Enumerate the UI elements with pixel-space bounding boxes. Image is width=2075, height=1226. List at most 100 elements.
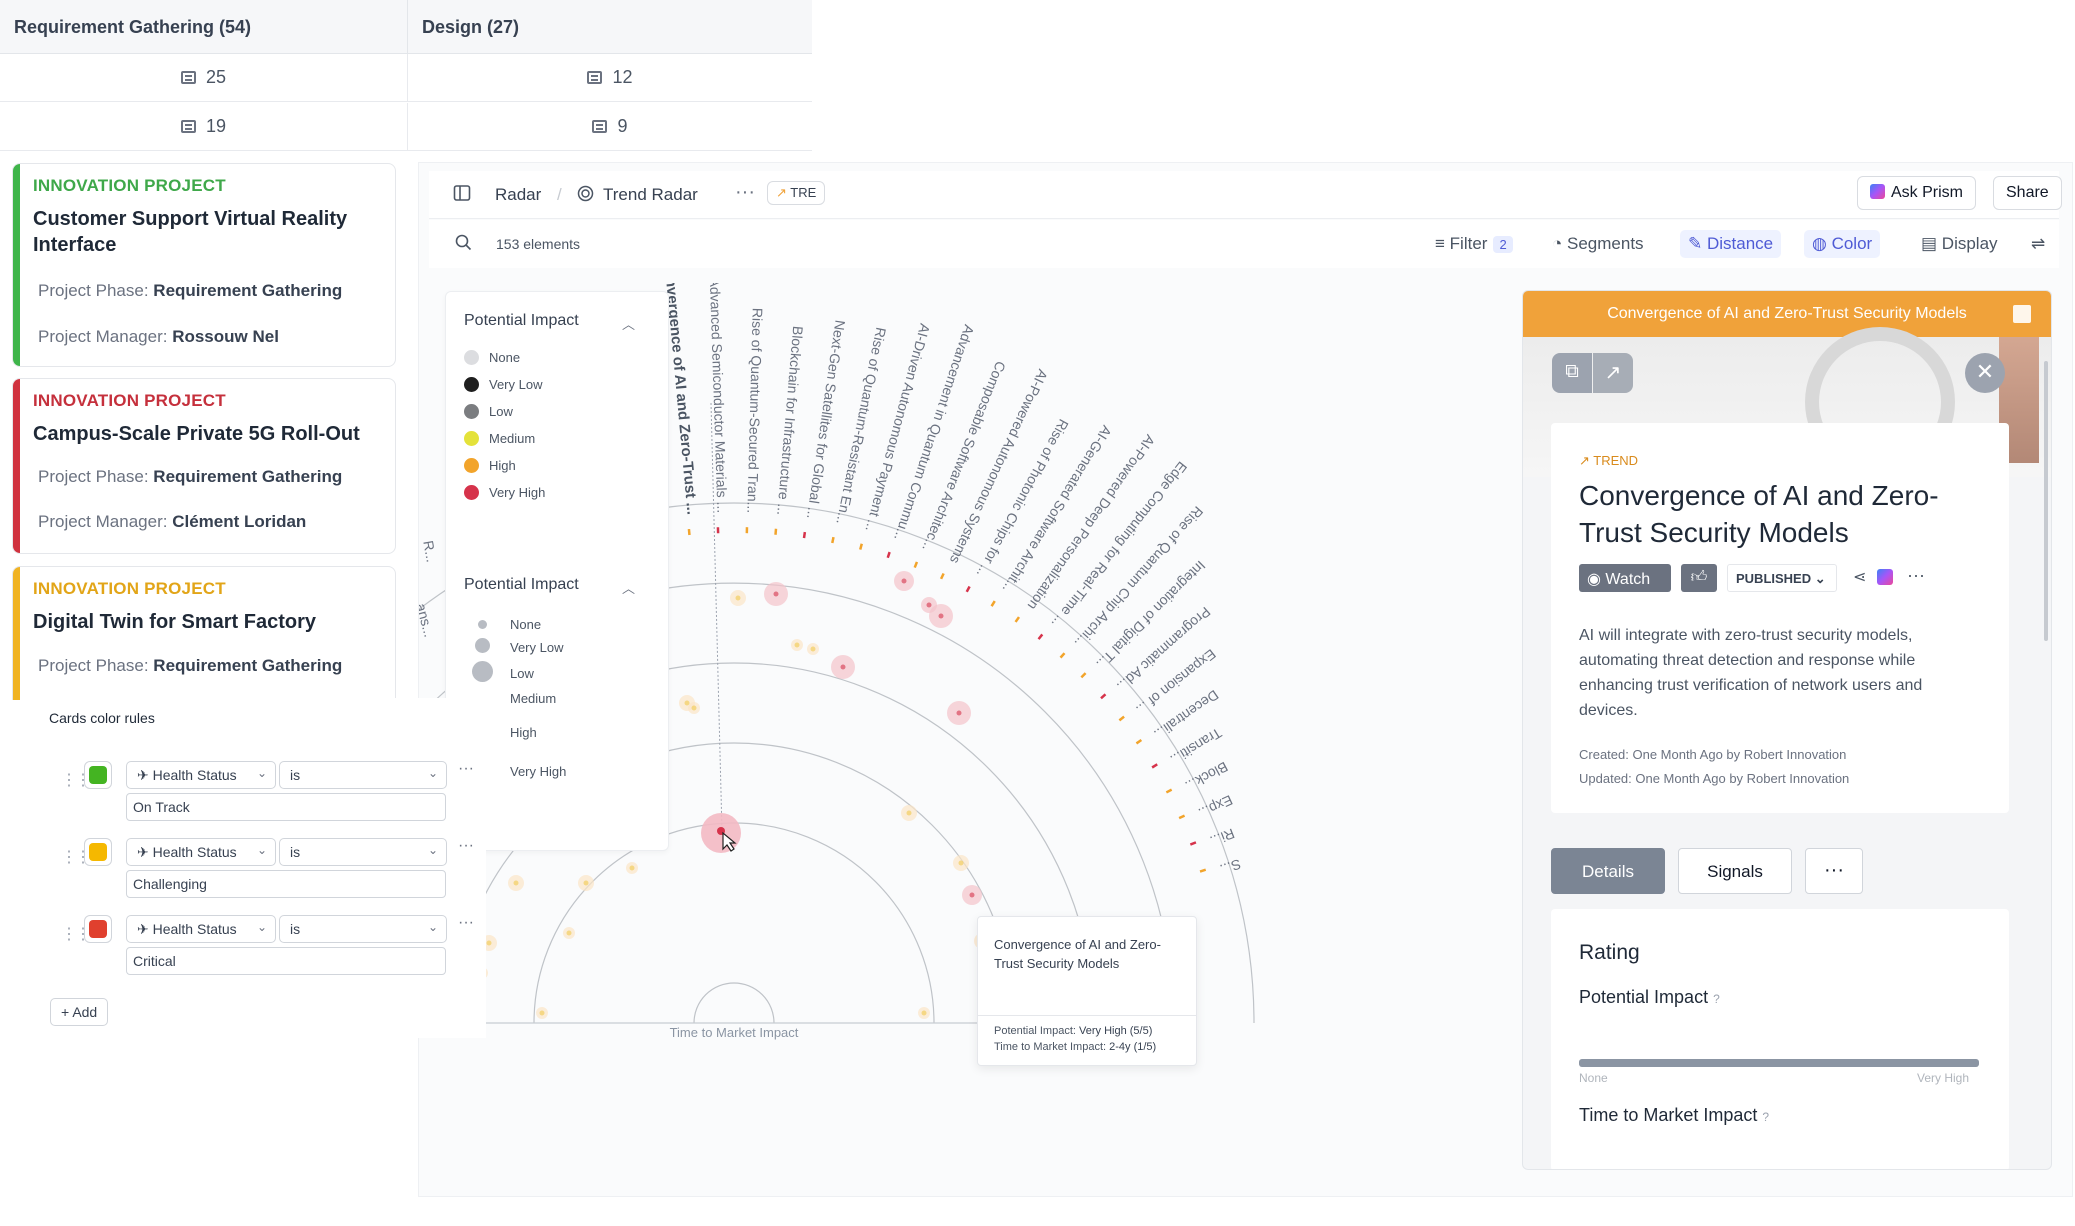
ask-prism-button[interactable]: Ask Prism (1857, 176, 1976, 210)
rule-value-input[interactable]: Challenging (126, 870, 446, 898)
document-icon (180, 71, 196, 84)
rule-field-select[interactable]: ✈ Health Status ⌄ (126, 838, 276, 866)
card-phase: Project Phase: Requirement Gathering (38, 281, 342, 301)
search-icon[interactable] (455, 234, 472, 256)
legend-size-title[interactable]: Potential Impact (464, 576, 579, 594)
trend-blip-core (956, 710, 962, 716)
radar-trend-label[interactable]: Ri... (1208, 825, 1237, 849)
radar-label-tick (1178, 814, 1186, 820)
legend-size-dot (477, 620, 487, 629)
help-icon[interactable]: ? (1713, 992, 1720, 1006)
expand-icon[interactable]: ⧉ (1552, 353, 1592, 393)
more-icon[interactable]: ··· (458, 837, 474, 855)
tag-chip[interactable]: ↗ TRE (767, 181, 826, 205)
legend-color-item[interactable]: Very Low (464, 377, 542, 392)
legend-color-item[interactable]: Medium (464, 431, 535, 446)
chevron-up-icon[interactable]: ︿ (622, 314, 635, 333)
legend-color-item[interactable]: Low (464, 404, 513, 419)
rule-color-swatch[interactable] (84, 915, 112, 943)
display-button[interactable]: ▤ Display (1921, 234, 1998, 254)
rule-value-input[interactable]: Critical (126, 947, 446, 975)
trend-blip-core (486, 940, 492, 946)
radar-label-tick (1199, 868, 1207, 873)
radar-axis-label: Time to Market Impact (670, 1025, 799, 1040)
segments-icon: ◔ (1552, 234, 1563, 253)
radar-trend-label[interactable]: Advanced Semiconductor Materials ... (707, 283, 731, 513)
more-icon[interactable]: ··· (458, 914, 474, 932)
chevron-up-icon[interactable]: ︿ (622, 578, 635, 597)
project-card[interactable]: INNOVATION PROJECT Campus-Scale Private … (12, 378, 396, 554)
prism-icon[interactable] (1877, 569, 1893, 585)
rule-color-swatch[interactable] (84, 761, 112, 789)
add-rule-button[interactable]: + Add (50, 998, 109, 1026)
trend-blip-core (921, 1010, 927, 1016)
color-label: Color (1831, 234, 1873, 253)
more-icon[interactable]: ··· (1907, 565, 1925, 586)
radar-trend-label[interactable]: Blockchain for Infrastructure ... (774, 325, 806, 516)
impact-rating-fill (1579, 1059, 1979, 1067)
trend-blip-core (773, 591, 779, 597)
tab-details[interactable]: Details (1551, 848, 1665, 894)
watch-button[interactable]: ◉ Watch (1579, 564, 1671, 592)
radar-trend-label[interactable]: Rise of Quantum-Secured Tran... (744, 308, 765, 514)
document-icon (587, 71, 603, 84)
column-header-requirement-gathering[interactable]: Requirement Gathering (54) (0, 0, 408, 54)
legend-color-item[interactable]: None (464, 350, 520, 365)
legend-size-item[interactable]: Very Low (464, 638, 563, 656)
radar-trend-label[interactable]: ans... (419, 602, 438, 639)
legend-color-item[interactable]: High (464, 458, 516, 473)
radar-trend-label[interactable]: S... (1218, 856, 1243, 878)
count-value: 9 (617, 116, 628, 136)
filter-button[interactable]: ≡ Filter 2 (1435, 234, 1513, 254)
legend-dot (464, 458, 479, 473)
rule-field-select[interactable]: ✈ Health Status ⌄ (126, 761, 276, 789)
project-card[interactable]: INNOVATION PROJECT Customer Support Virt… (12, 163, 396, 367)
legend-size-item[interactable]: None (464, 617, 541, 632)
rule-operator-select[interactable]: is ⌄ (279, 915, 447, 943)
ask-prism-label: Ask Prism (1891, 184, 1963, 201)
rule-operator-select[interactable]: is ⌄ (279, 761, 447, 789)
sidebar-toggle-icon[interactable] (453, 184, 471, 207)
radar-filter-bar: 153 elements ≡ Filter 2 ◔ Segments ✎ Dist… (429, 220, 2059, 268)
radar-label-tick (831, 536, 835, 544)
tab-signals[interactable]: Signals (1678, 848, 1792, 894)
chevron-down-icon: ⌄ (427, 766, 438, 780)
help-icon[interactable]: ? (1762, 1110, 1769, 1124)
distance-button[interactable]: ✎ Distance (1680, 230, 1782, 258)
open-external-icon[interactable]: ↗ (1593, 353, 1633, 393)
radar-trend-label[interactable]: R... (420, 539, 440, 563)
more-options-button[interactable]: ··· (1805, 848, 1863, 894)
radar-trend-label[interactable]: Block... (1183, 759, 1231, 795)
rule-field-select[interactable]: ✈ Health Status ⌄ (126, 915, 276, 943)
breadcrumb-radar[interactable]: Radar (495, 185, 541, 205)
field-label: Project Phase: (38, 656, 149, 675)
thumbs-up-icon[interactable]: 👍︎ (1681, 564, 1717, 592)
breadcrumb-trend-radar[interactable]: Trend Radar (603, 185, 698, 205)
trend-icon: ↗ (1579, 453, 1590, 468)
share-button[interactable]: Share (1993, 176, 2062, 210)
impact-rating-scale[interactable] (1579, 1059, 1979, 1067)
legend-color-item[interactable]: Very High (464, 485, 545, 500)
card-kind: INNOVATION PROJECT (33, 176, 226, 195)
more-icon[interactable]: ··· (458, 760, 474, 778)
trend-blip-core (810, 646, 816, 652)
close-icon[interactable]: ✕ (1965, 353, 2005, 393)
minimize-icon[interactable] (2013, 305, 2031, 323)
column-header-design[interactable]: Design (27) (408, 0, 812, 54)
share-icon[interactable]: ⋖ (1853, 567, 1866, 587)
rule-value-input[interactable]: On Track (126, 793, 446, 821)
color-button[interactable]: ◍ Color (1804, 230, 1881, 258)
status-dropdown[interactable]: PUBLISHED ⌄ (1727, 564, 1837, 592)
segments-button[interactable]: ◔ Segments (1552, 234, 1644, 254)
legend-color-title[interactable]: Potential Impact (464, 312, 579, 330)
rule-operator-select[interactable]: is ⌄ (279, 838, 447, 866)
settings-sliders-icon[interactable]: ⇌ (2031, 234, 2045, 254)
card-title: Campus-Scale Private 5G Roll-Out (33, 423, 360, 445)
rule-color-swatch[interactable] (84, 838, 112, 866)
more-icon[interactable]: ··· (735, 181, 755, 204)
legend-size-item[interactable]: Low (464, 661, 534, 685)
scrollbar[interactable] (2044, 361, 2048, 641)
radar-label-tick (1151, 763, 1158, 769)
document-icon (592, 120, 608, 133)
project-card[interactable]: INNOVATION PROJECT Digital Twin for Smar… (12, 566, 396, 700)
